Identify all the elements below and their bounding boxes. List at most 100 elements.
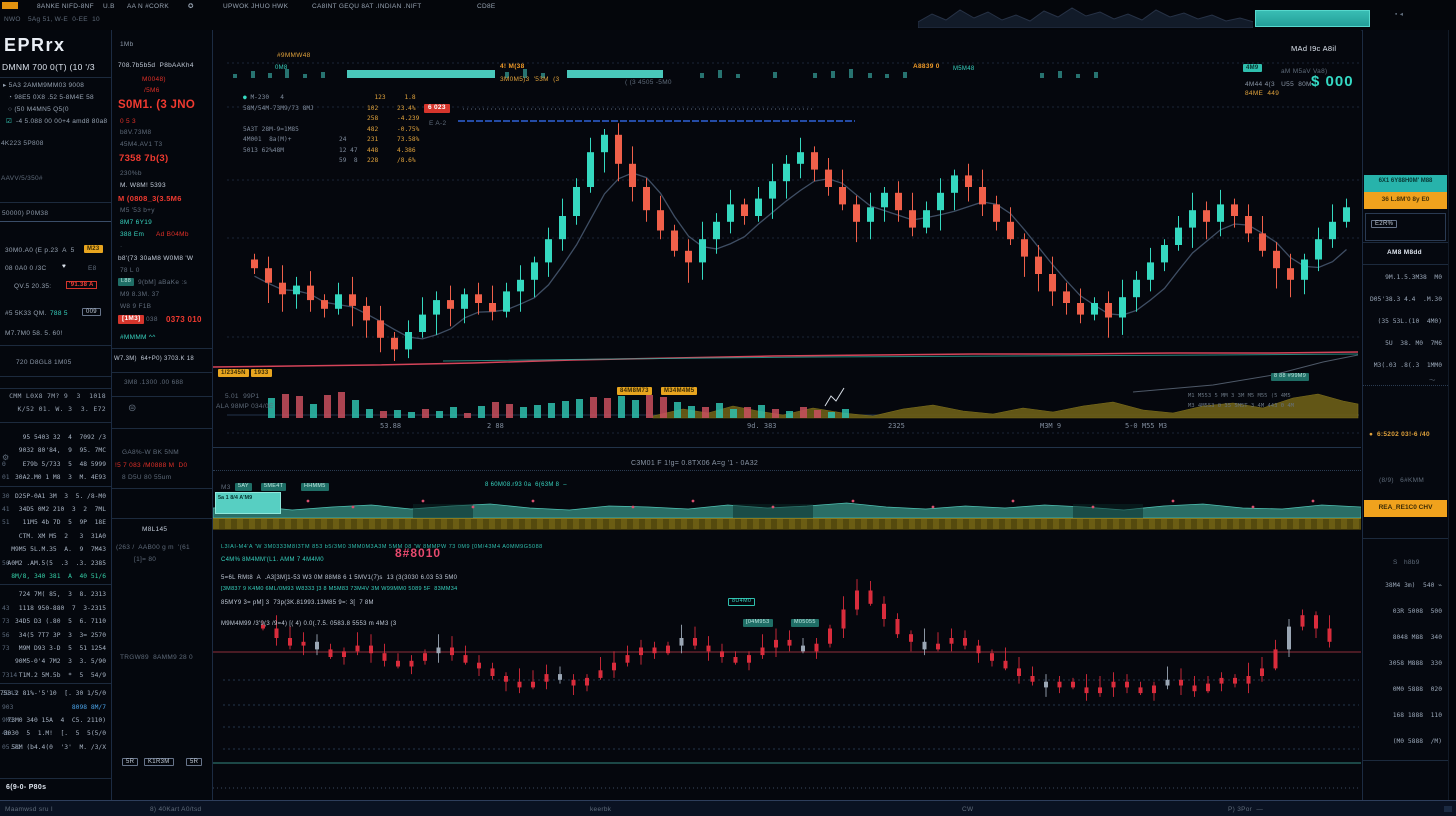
- amber-badge[interactable]: 84M8M73: [617, 387, 652, 395]
- trade-row[interactable]: 724 7M( 85, 3 8. 2313: [1, 591, 108, 603]
- red-chip[interactable]: [1M3]: [118, 315, 144, 324]
- menu-item-6[interactable]: CD8E: [477, 4, 496, 11]
- trade-row[interactable]: 7314T1M.2 5M.5b * 5 54/9: [1, 672, 108, 684]
- mini-button[interactable]: K1R3M: [144, 758, 174, 766]
- trade-row[interactable]: ΘE79b 5/733 5 48 5999: [1, 461, 108, 473]
- trade-row[interactable]: 05.7158M (b4.4(0 '3' M. /3/X: [1, 744, 108, 756]
- trade-row[interactable]: CTM. XM M5 2 3 31A0: [1, 533, 108, 545]
- tab-chip[interactable]: 5AY: [235, 483, 252, 491]
- alert-row: !5 7 083 /M0888 M D0: [115, 463, 187, 470]
- svg-text:5-0 M55 M3: 5-0 M55 M3: [1125, 422, 1167, 430]
- menu-item-5[interactable]: CA8INT GEQU 8AT .INDIAN .NIFT: [312, 4, 421, 11]
- account-row[interactable]: D05'38.3 4.4 .M.30: [1363, 296, 1442, 303]
- highlight-value: 8#8010: [395, 547, 441, 559]
- trade-row[interactable]: 9038098 8M/7: [1, 704, 108, 716]
- teal-chip[interactable]: [04M953: [743, 619, 773, 627]
- symbol-title: EPRrx: [4, 36, 66, 54]
- menu-item-4[interactable]: UPWOK JHUO HWK: [223, 4, 288, 11]
- trade-row[interactable]: 7334D5 D3 (.80 5 6. 7110: [1, 618, 108, 630]
- teal-outline-chip[interactable]: 8U4M0: [728, 598, 755, 606]
- trade-row[interactable]: 73M9M D93 3-D 5 51 1254: [1, 645, 108, 657]
- quote-row: 45M4.AV1 T3: [120, 142, 162, 149]
- amber-badge[interactable]: M34M4M5: [661, 387, 697, 395]
- status-item-2[interactable]: keerbk: [590, 807, 611, 814]
- section-label: 50000) P0M38: [2, 211, 48, 218]
- menu-item-0[interactable]: 8ANKE NIFD-8NF: [37, 4, 94, 11]
- trade-row[interactable]: 0130A2.M0 1 M8 3 M. 4E93: [1, 474, 108, 486]
- trade-row[interactable]: 4134D5 0M2 210 3 2 7ML: [1, 506, 108, 518]
- status-item-3[interactable]: CW: [962, 807, 973, 814]
- price-row[interactable]: 3058 M888 330: [1363, 660, 1442, 667]
- account-row[interactable]: M3(.03 .8(.3 1MM0: [1363, 362, 1442, 369]
- account-row[interactable]: (35 53L.(10 4M0): [1363, 318, 1442, 325]
- tab-chip[interactable]: HHMM5: [301, 483, 329, 491]
- trade-row[interactable]: 50A0M2 .AM.5(5 .3 .3. 2385: [1, 560, 108, 572]
- teal-chip[interactable]: L88: [118, 278, 134, 286]
- percent-badge[interactable]: E2R%: [1371, 220, 1397, 228]
- price-row[interactable]: 38M4 3m) 540 ⌁: [1363, 582, 1442, 589]
- trade-row[interactable]: 8M/8, 340 381 A 40 51/6: [1, 573, 108, 585]
- trade-row[interactable]: 30D25P-0A1 3M 3 5. /8-M0: [1, 493, 108, 505]
- red-badge[interactable]: '91.38 A: [66, 281, 97, 289]
- legend-row[interactable]: 5013 62%48M12 474484.386: [243, 147, 416, 154]
- trade-row[interactable]: 9M373M0 340 15A 4 C5. 2110): [1, 717, 108, 729]
- orange-alert-row[interactable]: 6:5202 03!-6 /40: [1377, 432, 1430, 439]
- menu-item-3[interactable]: ✪: [188, 4, 194, 11]
- menu-item-1[interactable]: U.B: [103, 4, 115, 11]
- submenu-item-0[interactable]: NWO: [4, 17, 21, 24]
- legend-row[interactable]: 59 8228/8.6%: [243, 157, 416, 164]
- account-row[interactable]: 9M.1.5.3M38 M0: [1363, 274, 1442, 281]
- note-line: [3M837 9 K4M0 6ML/0M93 W8333 ]3 8 M5M83 …: [221, 587, 458, 593]
- trade-row[interactable]: 90M5-0'4 7M2 3 3. 5/90: [1, 658, 108, 670]
- status-item-1[interactable]: 8) 40Kart A0/tsd: [150, 807, 201, 814]
- trade-row[interactable]: 95 5403 32 4 7092 /3: [1, 434, 108, 446]
- amber-badge[interactable]: 1/2345N: [218, 369, 249, 377]
- status-item-0[interactable]: Maamwsd sru I: [5, 807, 53, 814]
- secondary-chart-pane[interactable]: 5a 1 8/4 A'M9 C3M01 F 1!g= 0.8TX06 A=g '…: [213, 447, 1361, 798]
- legend-row[interactable]: 5A3T 28M-9=1M85482-0.75%: [243, 126, 419, 133]
- amber-badge[interactable]: M23: [84, 245, 103, 253]
- amber-badge[interactable]: 1933: [251, 369, 272, 377]
- price-row[interactable]: 168 1888 110: [1363, 712, 1442, 719]
- trade-row[interactable]: 5111M5 4b 7D 5 9P 18E: [1, 519, 108, 531]
- trade-row[interactable]: 4b3030 5 1.M! [. 5 5(5/0: [1, 730, 108, 742]
- amber-banner-2[interactable]: REA_RE1C0 CHV: [1364, 500, 1447, 517]
- chart-area: 53.882 889d. 3832325M3M 95-0 M55 M3M1 M5…: [213, 30, 1361, 800]
- trade-row[interactable]: M9M5 5L.M.35 A. 9 7M43: [1, 546, 108, 558]
- teal-chip[interactable]: M05055: [791, 619, 819, 627]
- price-row[interactable]: 03R 5008 500: [1363, 608, 1442, 615]
- trade-row[interactable]: 3943753.2 81%-'5'10 [. 30 1/5/0: [1, 690, 108, 702]
- price-row[interactable]: 0M0 5888 020: [1363, 686, 1442, 693]
- menu-item-2[interactable]: AA N #CORK: [127, 4, 169, 11]
- price-chart-pane[interactable]: 53.882 889d. 3832325M3M 95-0 M55 M3M1 M5…: [213, 40, 1361, 440]
- teal-banner[interactable]: 6X1 6Y88H0M' M88: [1364, 175, 1447, 192]
- trade-row[interactable]: 5634(5 7T7 3P 3 3= 2570: [1, 632, 108, 644]
- muted-label: AAVV/5/350#: [1, 176, 43, 183]
- price-row[interactable]: (M0 5888 /M): [1363, 738, 1442, 745]
- status-corner-block[interactable]: [1444, 806, 1452, 812]
- price-alert-badge[interactable]: 6 023: [424, 104, 450, 113]
- legend-row[interactable]: 258-4.239: [243, 115, 419, 122]
- price-row[interactable]: 8048 M88 340: [1363, 634, 1442, 641]
- legend-row[interactable]: 58M/54M-73M9/73 8MJ10223.4%: [243, 105, 416, 112]
- teal-chip[interactable]: 4M9: [1243, 64, 1262, 72]
- right-scroll-strip[interactable]: [1448, 30, 1456, 800]
- tab-chip[interactable]: 5ME4T: [261, 483, 286, 491]
- mini-button[interactable]: 5R: [122, 758, 138, 766]
- trade-row[interactable]: 9032 80'84, 9 95. 7MC: [1, 447, 108, 459]
- topbar-teal-button[interactable]: [1255, 10, 1370, 27]
- outline-badge[interactable]: 009: [82, 308, 101, 316]
- status-item-4[interactable]: P) 3Por —: [1228, 807, 1263, 814]
- submenu-item-1[interactable]: 5Ag 51, W-E 0-EE 10: [28, 17, 100, 24]
- window-controls[interactable]: ▪ ◂: [1395, 12, 1403, 19]
- topbar-sparkline: [918, 2, 1253, 28]
- mini-button[interactable]: 5R: [186, 758, 202, 766]
- svg-text:9d. 383: 9d. 383: [747, 422, 777, 430]
- account-row[interactable]: 5U 38. M0 7M6: [1363, 340, 1442, 347]
- amber-banner[interactable]: 36 L.8M'0 8y E0: [1364, 192, 1447, 209]
- teal-badge[interactable]: 8 88 #99M9: [1271, 373, 1309, 381]
- legend-row[interactable]: ● M-230 41231.8: [243, 94, 416, 101]
- legend-row[interactable]: 4M001 8a(M)+2423173.58%: [243, 136, 419, 143]
- indicator-label: 0M8: [275, 65, 288, 71]
- trade-row[interactable]: 431118 950-880 7 3-2315: [1, 605, 108, 617]
